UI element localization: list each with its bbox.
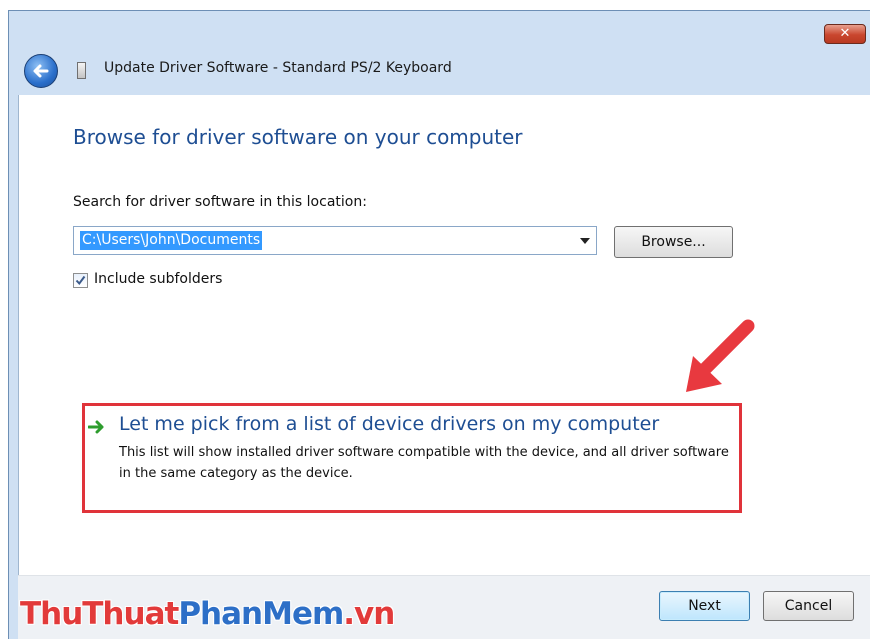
include-subfolders-label[interactable]: Include subfolders	[94, 271, 222, 287]
checkmark-icon	[75, 275, 86, 286]
watermark-part2: PhanMem	[178, 596, 344, 632]
close-button[interactable]: ✕	[824, 24, 866, 44]
green-arrow-icon[interactable]	[88, 419, 106, 435]
path-combobox[interactable]: C:\Users\John\Documents	[73, 226, 597, 255]
watermark-part1: ThuThuat	[20, 596, 179, 632]
browse-button[interactable]: Browse...	[614, 226, 733, 258]
pick-from-list-link[interactable]: Let me pick from a list of device driver…	[119, 413, 659, 435]
red-pointer-arrow-icon	[686, 319, 755, 392]
window-title: Update Driver Software - Standard PS/2 K…	[104, 60, 452, 76]
driver-device-icon	[77, 62, 86, 79]
page-heading: Browse for driver software on your compu…	[73, 125, 523, 149]
include-subfolders-checkbox[interactable]	[73, 273, 88, 288]
cancel-button[interactable]: Cancel	[763, 591, 854, 621]
back-button[interactable]	[24, 54, 58, 88]
next-button[interactable]: Next	[659, 591, 750, 621]
back-arrow-icon	[33, 64, 49, 78]
search-location-label: Search for driver software in this locat…	[73, 194, 367, 210]
path-input-value[interactable]: C:\Users\John\Documents	[80, 231, 263, 250]
watermark-part3: .vn	[343, 596, 395, 632]
watermark-logo: ThuThuatPhanMem.vn	[20, 596, 395, 632]
dropdown-arrow-icon[interactable]	[580, 238, 590, 244]
pick-from-list-description: This list will show installed driver sof…	[119, 445, 729, 481]
